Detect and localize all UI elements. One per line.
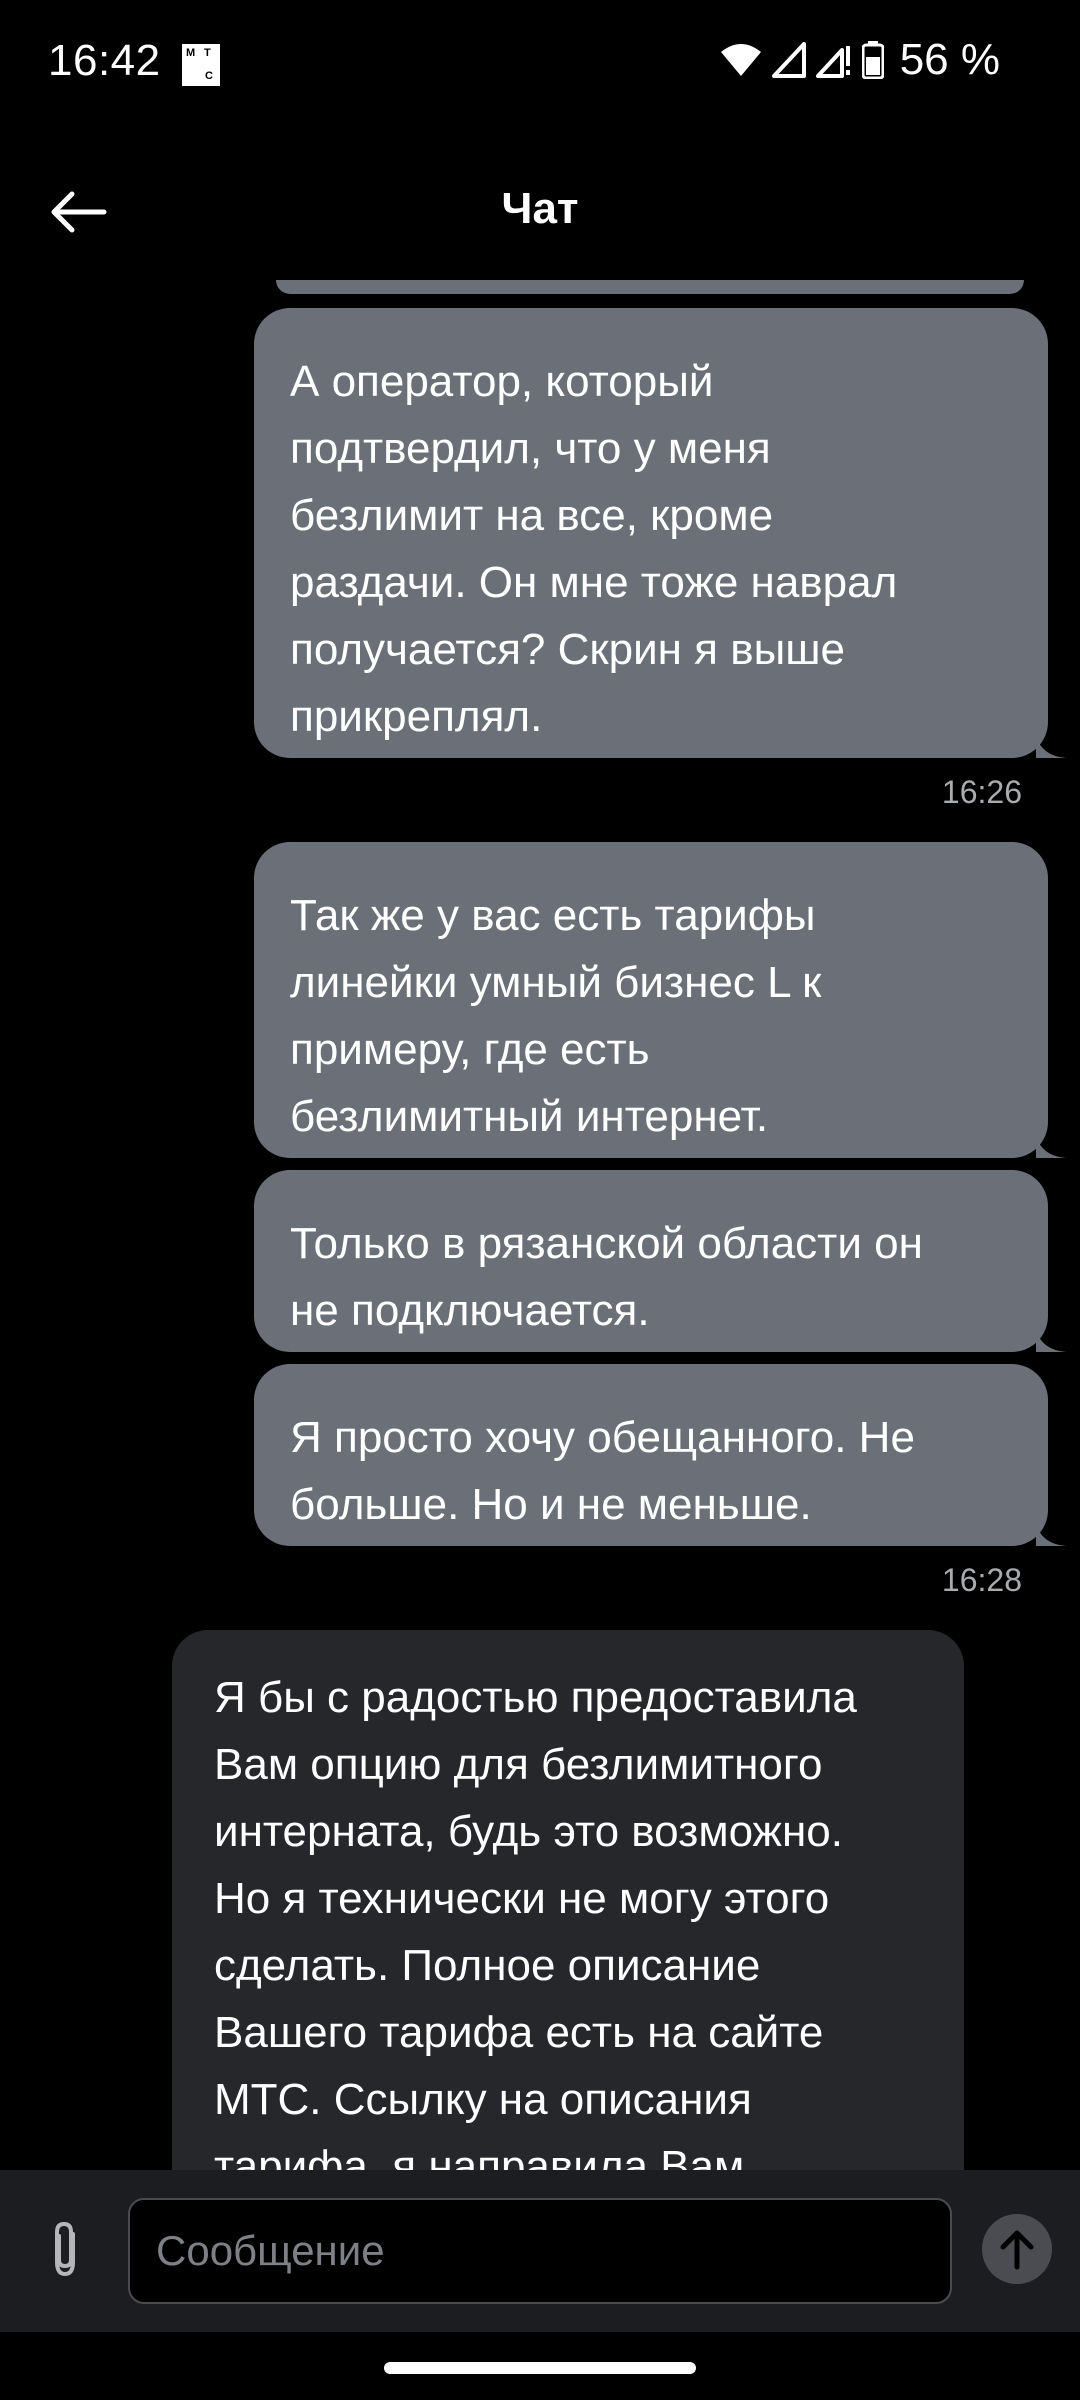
home-gesture-handle[interactable] <box>384 2362 696 2374</box>
signal-no-service-icon <box>815 46 850 78</box>
bubble-tail <box>1036 1330 1066 1352</box>
message-bubble-outgoing[interactable]: Так же у вас есть тарифы линейки умный б… <box>254 842 1066 1158</box>
previous-message-edge <box>276 280 1024 294</box>
send-button[interactable] <box>982 2214 1052 2284</box>
message-bubble-outgoing[interactable]: А оператор, который подтвердил, что у ме… <box>254 308 1066 758</box>
bubble-tail <box>1036 1524 1066 1546</box>
message-bubble-incoming[interactable]: Я бы с радостью предоставила Вам опцию д… <box>172 1630 964 2170</box>
message-input[interactable] <box>128 2198 952 2304</box>
status-time: 16:42 <box>48 36 161 85</box>
bubble-tail <box>1036 1136 1066 1158</box>
battery-icon <box>861 41 884 79</box>
message-bubble-outgoing[interactable]: Только в рязанской области он не подключ… <box>254 1170 1066 1352</box>
status-bar: 16:42 M T C 56 % <box>0 0 1080 132</box>
chat-messages[interactable]: А оператор, который подтвердил, что у ме… <box>0 280 1080 2170</box>
arrow-up-icon <box>1000 2230 1034 2270</box>
mts-logo-icon: M T C <box>182 44 220 86</box>
message-timestamp: 16:28 <box>941 1562 1022 1598</box>
paperclip-icon <box>55 2221 75 2277</box>
battery-percentage: 56 % <box>899 35 1000 84</box>
message-text: Я просто хочу обещанного. Не больше. Но … <box>290 1413 915 1529</box>
message-timestamp: 16:26 <box>941 774 1022 810</box>
page-title: Чат <box>501 184 579 233</box>
message-text: Я бы с радостью предоставила Вам опцию д… <box>214 1673 857 2170</box>
bubble-tail <box>1036 736 1066 758</box>
wifi-icon <box>720 44 761 76</box>
signal-icon <box>771 42 806 78</box>
chat-header: Чат <box>0 150 1080 270</box>
attach-button[interactable] <box>30 2210 100 2290</box>
message-text: Только в рязанской области он не подключ… <box>290 1219 923 1335</box>
status-icons: 56 % <box>720 34 1000 86</box>
message-bubble-outgoing[interactable]: Я просто хочу обещанного. Не больше. Но … <box>254 1364 1066 1546</box>
navigation-bar <box>0 2332 1080 2400</box>
message-text: Так же у вас есть тарифы линейки умный б… <box>290 891 822 1141</box>
message-composer <box>0 2170 1080 2332</box>
message-text: А оператор, который подтвердил, что у ме… <box>290 357 898 741</box>
